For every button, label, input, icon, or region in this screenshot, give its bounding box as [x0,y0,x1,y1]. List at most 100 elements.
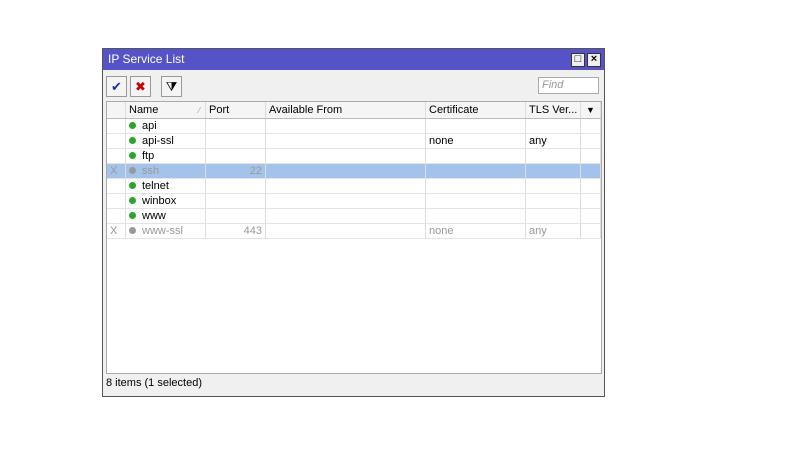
status-dot-icon [129,181,136,189]
certificate-cell [426,149,526,163]
name-cell: api-ssl [126,134,206,148]
spacer-cell [581,209,601,223]
available-from-cell [266,179,426,193]
status-bar: 8 items (1 selected) [106,377,202,389]
column-header-certificate[interactable]: Certificate [426,102,526,118]
service-name: api [142,120,157,132]
service-name: ssh [142,165,160,177]
spacer-cell [581,119,601,133]
table-row[interactable]: X ssh 22 [107,164,601,179]
filter-button[interactable]: ⧩ [161,76,182,97]
port-cell: 22 [206,164,266,178]
tls-version-cell: any [526,224,581,238]
available-from-cell [266,194,426,208]
table-row[interactable]: api-ssl none any [107,134,601,149]
status-dot-icon [129,226,136,234]
enable-button[interactable]: ✔ [106,76,127,97]
close-icon[interactable]: × [587,53,601,67]
port-cell: 443 [206,224,266,238]
sort-icon: ⁄ [198,106,200,115]
service-name: api-ssl [142,135,174,147]
name-cell: telnet [126,179,206,193]
name-cell: www [126,209,206,223]
toolbar: ✔ ✖ ⧩ Find [103,70,604,100]
spacer-cell [581,149,601,163]
service-name: telnet [142,180,169,192]
column-header-tls-version[interactable]: TLS Ver... [526,102,581,118]
name-cell: www-ssl [126,224,206,238]
name-cell: ftp [126,149,206,163]
name-cell: ssh [126,164,206,178]
column-header-port[interactable]: Port [206,102,266,118]
table-row[interactable]: api [107,119,601,134]
spacer-cell [581,179,601,193]
certificate-cell [426,194,526,208]
spacer-cell [581,134,601,148]
port-cell [206,119,266,133]
column-label: Name [129,104,159,116]
flag-cell [107,179,126,193]
available-from-cell [266,134,426,148]
table-row[interactable]: ftp [107,149,601,164]
status-dot-icon [129,211,136,219]
spacer-cell [581,194,601,208]
service-name: winbox [142,195,177,207]
name-cell: api [126,119,206,133]
port-cell [206,179,266,193]
status-dot-icon [129,136,136,144]
status-dot-icon [129,196,136,204]
status-dot-icon [129,166,136,174]
maximize-icon[interactable]: □ [571,53,585,67]
flag-column-header [107,102,126,118]
service-name: www-ssl [142,225,183,237]
flag-cell: X [107,224,126,238]
certificate-cell [426,164,526,178]
certificate-cell [426,179,526,193]
tls-version-cell [526,119,581,133]
table-row[interactable]: telnet [107,179,601,194]
flag-cell [107,149,126,163]
status-dot-icon [129,151,136,159]
service-name: www [142,210,166,222]
service-table: Name ⁄ Port Available From Certificate TL… [106,101,602,374]
flag-cell [107,209,126,223]
disable-button[interactable]: ✖ [130,76,151,97]
columns-dropdown-icon[interactable]: ▼ [581,102,601,118]
port-cell [206,134,266,148]
table-row[interactable]: www [107,209,601,224]
flag-cell [107,119,126,133]
column-header-available-from[interactable]: Available From [266,102,426,118]
table-row[interactable]: X www-ssl 443 none any [107,224,601,239]
name-cell: winbox [126,194,206,208]
port-cell [206,209,266,223]
spacer-cell [581,164,601,178]
find-input[interactable]: Find [538,77,599,94]
tls-version-cell [526,164,581,178]
service-name: ftp [142,150,155,162]
available-from-cell [266,164,426,178]
status-dot-icon [129,121,136,129]
certificate-cell: none [426,224,526,238]
port-cell [206,149,266,163]
certificate-cell: none [426,134,526,148]
available-from-cell [266,224,426,238]
tls-version-cell [526,179,581,193]
ip-service-list-window: IP Service List □ × ✔ ✖ ⧩ Find Name ⁄ Por… [102,48,605,397]
table-row[interactable]: winbox [107,194,601,209]
flag-cell: X [107,164,126,178]
port-cell [206,194,266,208]
tls-version-cell [526,209,581,223]
table-header: Name ⁄ Port Available From Certificate TL… [107,102,601,119]
spacer-cell [581,224,601,238]
available-from-cell [266,209,426,223]
column-header-name[interactable]: Name ⁄ [126,102,206,118]
flag-cell [107,134,126,148]
title-bar: IP Service List □ × [103,49,604,70]
window-title: IP Service List [108,52,185,66]
available-from-cell [266,149,426,163]
tls-version-cell [526,149,581,163]
certificate-cell [426,119,526,133]
tls-version-cell [526,194,581,208]
certificate-cell [426,209,526,223]
available-from-cell [266,119,426,133]
